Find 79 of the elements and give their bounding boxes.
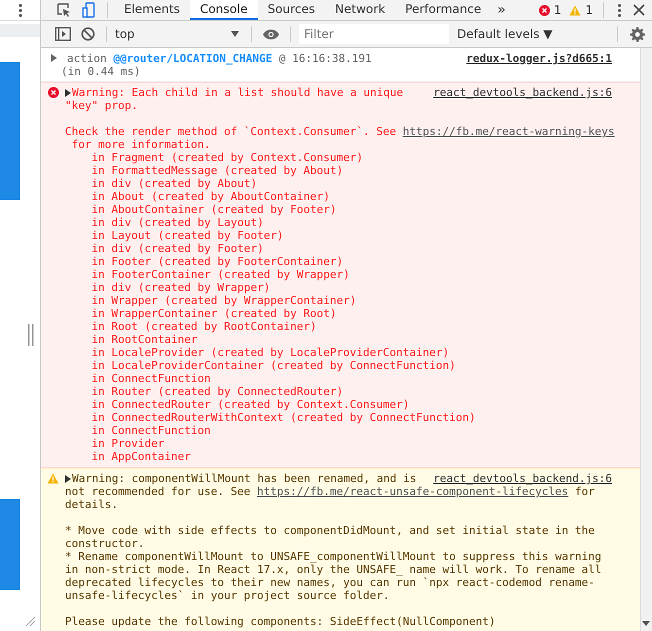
message-text: in AppContainer — [92, 450, 191, 463]
message-text: in div (created by Wrapper) — [92, 281, 270, 294]
message-text: not recommended for use. See — [65, 485, 250, 498]
clear-icon[interactable] — [81, 27, 95, 41]
message-text: in WrapperContainer (created by Root) — [92, 307, 337, 320]
message-text: in FormattedMessage (created by About) — [92, 164, 344, 177]
warning-icon — [569, 4, 582, 16]
message-text: in non-strict mode. In React 17.x, only the UNSAFE_ name will work. To rename all — [65, 563, 602, 576]
tab[interactable]: Console — [190, 0, 258, 20]
message-text: in Fragment (created by Context.Consumer) — [92, 151, 364, 164]
error-icon — [538, 4, 550, 16]
action-type: @@router/LOCATION_CHANGE — [113, 52, 272, 65]
expand-arrow-icon[interactable] — [51, 54, 57, 62]
message-text: in Provider — [92, 437, 164, 450]
message-text: in RootContainer — [92, 333, 198, 346]
inspect-icon[interactable] — [56, 2, 72, 18]
message-text: in ConnectedRouterWithContext (created by ConnectFunction) — [92, 411, 476, 424]
message-text: in AboutContainer (created by Footer) — [92, 203, 337, 216]
message-text: Warning: Each child in a list should have a unique — [72, 86, 404, 99]
scrollbar[interactable] — [640, 48, 652, 631]
eye-icon[interactable] — [263, 28, 279, 40]
log-text: (in 0.44 ms) — [61, 65, 140, 78]
message-text: in div (created by Footer) — [92, 242, 264, 255]
message-text: in Router (created by ConnectedRouter) — [92, 385, 344, 398]
message-text: in Root (created by RootContainer) — [92, 320, 317, 333]
context-select[interactable]: top — [113, 27, 231, 41]
levels-dropdown[interactable]: Default levels ▼ — [449, 27, 560, 41]
menu-icon[interactable] — [18, 4, 22, 17]
sidebar-toggle-icon[interactable] — [55, 27, 71, 41]
link[interactable]: https://fb.me/react-unsafe-component-lifecycles — [257, 485, 568, 498]
message-text: in Wrapper (created by WrapperContainer) — [92, 294, 356, 307]
message-text: in ConnectedRouter (created by Context.Consumer) — [92, 398, 410, 411]
message-text: in div (created by Layout) — [92, 216, 264, 229]
tab[interactable]: Sources — [258, 0, 326, 20]
menu-icon[interactable] — [618, 4, 621, 16]
message-text: for — [574, 485, 595, 498]
message-text: details. — [65, 498, 118, 511]
message-text: "key" prop. — [65, 99, 138, 112]
tab[interactable]: Performance — [395, 0, 492, 20]
message-text: in FooterContainer (created by Wrapper) — [92, 268, 350, 281]
message-text: deprecated lifecycles to their new names, you can run `npx react-codemod rename- — [65, 576, 595, 589]
message-text: in Footer (created by FooterContainer) — [92, 255, 344, 268]
message-text: unsafe-lifecycles` in your project source folder. — [65, 589, 390, 602]
error-icon — [48, 87, 58, 98]
source-link[interactable]: redux-logger.js?d665:1 — [454, 52, 612, 65]
message-text: * Move code with side effects to componentDidMount, and set initial state in the — [65, 524, 595, 537]
message-text: in LocaleProviderContainer (created by ConnectFunction) — [92, 359, 456, 372]
dropdown-arrow-icon[interactable] — [231, 31, 239, 37]
message-text: in Layout (created by Footer) — [92, 229, 284, 242]
log-text: action — [67, 52, 107, 65]
close-icon[interactable] — [633, 4, 645, 16]
warning-count: 1 — [585, 3, 593, 17]
scroll-down-icon[interactable] — [642, 621, 650, 626]
error-count: 1 — [554, 3, 562, 17]
source-link[interactable]: react_devtools_backend.js:6 — [421, 472, 612, 485]
warning-icon — [47, 473, 59, 484]
filter-field[interactable]: Filter — [299, 24, 449, 44]
expand-arrow-icon[interactable] — [65, 88, 71, 96]
settings-icon[interactable] — [630, 26, 645, 42]
message-text: in ConnectFunction — [92, 424, 211, 437]
expand-arrow-icon[interactable] — [65, 474, 71, 482]
message-text: in ConnectFunction — [92, 372, 211, 385]
message-text: in div (created by About) — [92, 177, 258, 190]
resize-handle[interactable] — [28, 324, 34, 346]
message-text: Warning: componentWillMount has been renamed, and is — [72, 472, 416, 485]
message-text: constructor. — [65, 537, 144, 550]
message-text: in About (created by AboutContainer) — [92, 190, 330, 203]
tab[interactable]: Elements — [114, 0, 190, 20]
tab[interactable]: Network — [325, 0, 396, 20]
message-text: for more information. — [72, 138, 211, 151]
more-tabs[interactable]: » — [497, 2, 506, 18]
device-icon[interactable] — [82, 2, 96, 18]
message-text: * Rename componentWillMount to UNSAFE_componentWillMount to suppress this warning — [65, 550, 602, 563]
log-text: @ 16:16:38.191 — [278, 52, 372, 65]
message-text: Please update the following components: SideEffect(NullComponent) — [65, 615, 496, 628]
message-text: Check the render method of `Context.Consumer`. See — [65, 125, 396, 138]
source-link[interactable]: react_devtools_backend.js:6 — [421, 86, 612, 99]
message-text: in LocaleProvider (created by LocaleProviderContainer) — [92, 346, 450, 359]
link[interactable]: https://fb.me/react-warning-keys — [402, 125, 615, 138]
